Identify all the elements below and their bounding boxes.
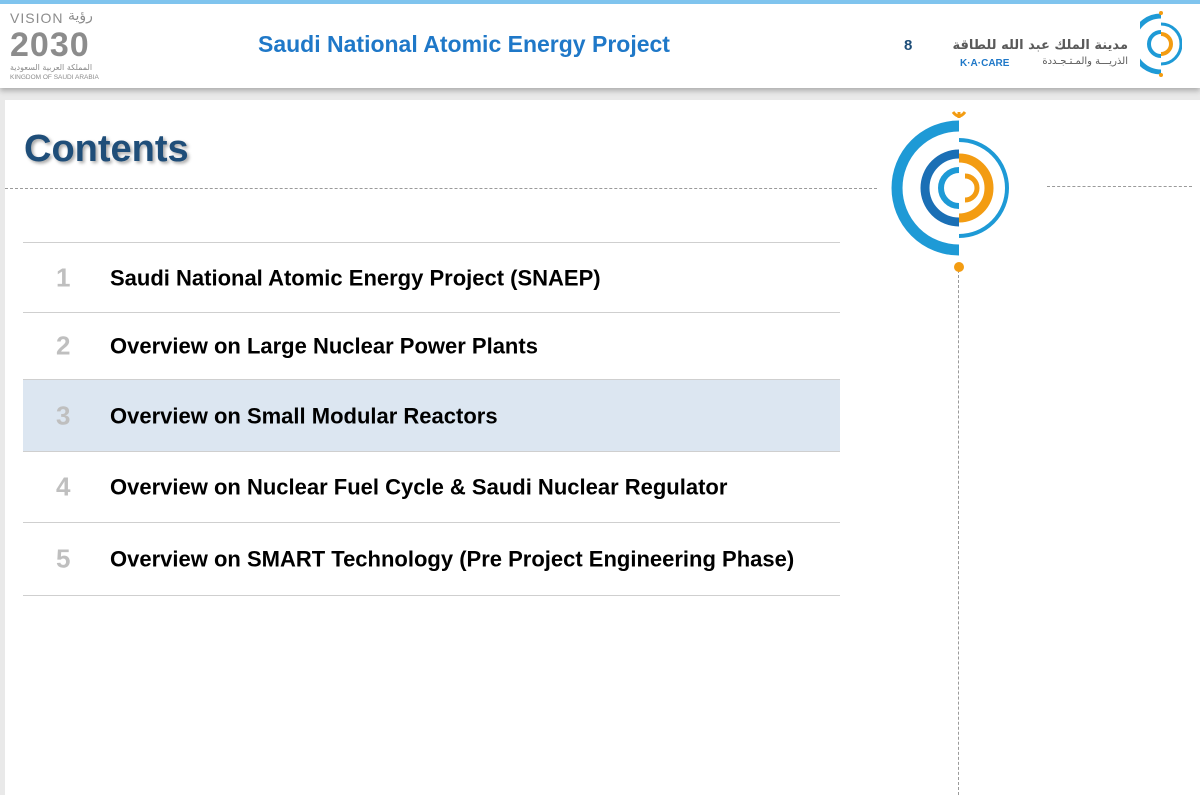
vision-word: VISION xyxy=(10,10,64,26)
header-title: Saudi National Atomic Energy Project xyxy=(258,31,670,57)
toc-item-3[interactable]: 3 Overview on Small Modular Reactors xyxy=(23,379,840,451)
toc-item-number: 2 xyxy=(56,330,71,361)
kacare-emblem-icon xyxy=(1140,11,1182,77)
header-bar: VISION رؤية 2030 المملكة العربية السعودي… xyxy=(0,0,1200,88)
contents-title: Contents xyxy=(24,128,189,170)
kacare-english: K·A·CARE xyxy=(960,58,1010,69)
toc-item-text: Overview on SMART Technology (Pre Projec… xyxy=(110,546,795,572)
toc-item-5[interactable]: 5 Overview on SMART Technology (Pre Proj… xyxy=(23,522,840,596)
vision-year: 2030 xyxy=(10,26,90,64)
dashed-divider-left xyxy=(5,188,877,189)
toc-item-4[interactable]: 4 Overview on Nuclear Fuel Cycle & Saudi… xyxy=(23,451,840,522)
kacare-logo: مدينة الملك عبد الله للطاقة الذريـــة وا… xyxy=(952,8,1190,80)
kacare-arabic-line2: الذريـــة والمـتـجـددة xyxy=(1042,56,1128,67)
toc-item-text: Overview on Large Nuclear Power Plants xyxy=(110,333,538,359)
toc-item-1[interactable]: 1 Saudi National Atomic Energy Project (… xyxy=(23,242,840,312)
vision-country: KINGDOM OF SAUDI ARABIA xyxy=(10,74,99,81)
toc-item-number: 3 xyxy=(56,400,71,430)
kacare-arabic-line1: مدينة الملك عبد الله للطاقة xyxy=(952,38,1128,53)
table-of-contents: 1 Saudi National Atomic Energy Project (… xyxy=(23,242,840,596)
toc-item-text: Overview on Nuclear Fuel Cycle & Saudi N… xyxy=(110,474,728,500)
toc-item-number: 1 xyxy=(56,262,71,292)
toc-item-2[interactable]: 2 Overview on Large Nuclear Power Plants xyxy=(23,312,840,379)
kacare-large-emblem-icon xyxy=(891,111,1009,272)
page-number: 8 xyxy=(904,37,913,54)
vision-arabic-country: المملكة العربية السعودية xyxy=(10,63,93,72)
vision-arabic-word: رؤية xyxy=(68,8,93,24)
dashed-divider-vertical xyxy=(958,270,959,795)
toc-item-number: 4 xyxy=(56,471,71,502)
header-accent-line xyxy=(0,0,1200,4)
toc-item-text: Saudi National Atomic Energy Project (SN… xyxy=(110,265,601,290)
vision-2030-logo: VISION رؤية 2030 المملكة العربية السعودي… xyxy=(8,8,108,81)
toc-item-number: 5 xyxy=(56,543,71,574)
dashed-divider-right xyxy=(1047,186,1192,187)
slide-body: Contents 1 Saudi National Atomic Energy … xyxy=(5,100,1200,795)
toc-item-text: Overview on Small Modular Reactors xyxy=(110,403,498,428)
